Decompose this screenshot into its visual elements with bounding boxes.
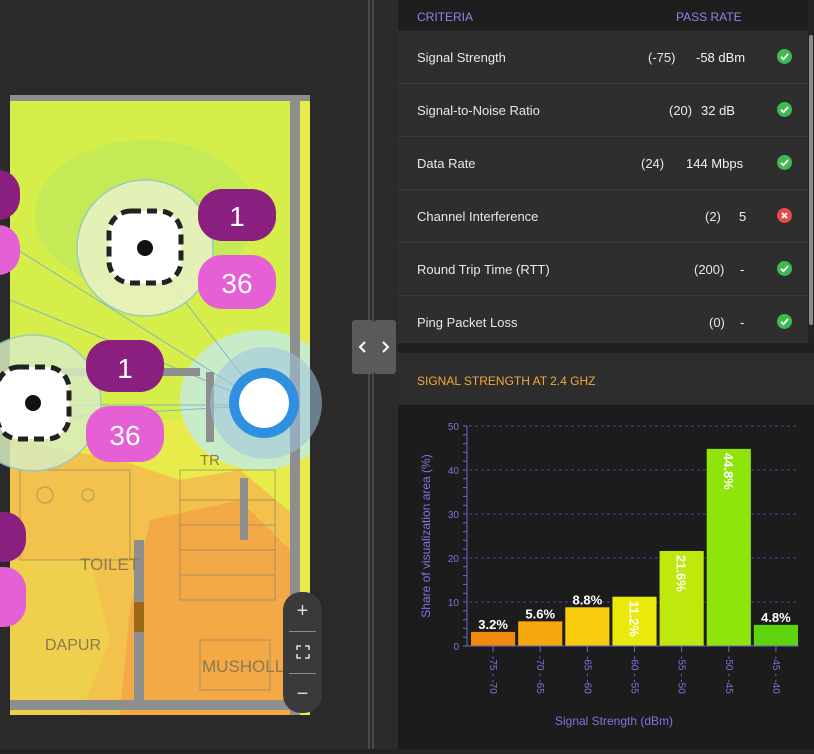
criteria-value: -58 dBm — [696, 50, 746, 65]
criteria-value: 32 dB — [701, 103, 735, 118]
current-position-marker[interactable] — [210, 347, 322, 459]
pass-check-icon — [777, 261, 792, 276]
bar-data-label: 44.8% — [721, 453, 736, 490]
splitter-line-right — [372, 0, 374, 749]
ap2-channel-badge: 1 — [86, 340, 164, 392]
x-tick-label: -60 - -55 — [629, 656, 640, 694]
bar-data-label: 11.2% — [627, 601, 642, 638]
criteria-threshold: (2) — [705, 209, 721, 224]
criteria-column-header: CRITERIA — [417, 10, 474, 24]
zoom-divider — [289, 631, 316, 632]
room-label-dapur: DAPUR — [45, 637, 101, 654]
criteria-name: Signal Strength — [417, 50, 506, 65]
bar-data-label: 4.8% — [761, 610, 791, 625]
room-label-toilet: TOILET — [80, 555, 139, 574]
y-tick-label: 0 — [453, 642, 459, 653]
criteria-name: Channel Interference — [417, 209, 539, 224]
room-label-musholl: MUSHOLL — [202, 657, 284, 676]
zoom-out-button[interactable]: − — [283, 675, 322, 713]
zoom-controls: + − — [283, 592, 322, 713]
room-label-tr: TR — [200, 452, 220, 469]
pane-splitter[interactable] — [348, 0, 398, 749]
criteria-threshold: (24) — [641, 156, 665, 171]
pass-check-icon — [777, 49, 792, 64]
collapse-right-button[interactable] — [374, 320, 396, 374]
chart-section-title: SIGNAL STRENGTH AT 2.4 GHZ — [417, 374, 596, 388]
ap2-band-channel-badge: 36 — [86, 406, 164, 462]
door — [134, 602, 144, 632]
pass-rate-column-header: PASS RATE — [676, 10, 742, 24]
chart-bar — [565, 607, 610, 646]
criteria-threshold: (200) — [694, 262, 725, 277]
chevron-right-icon — [382, 341, 390, 353]
ap1-band-channel-badge: 36 — [198, 255, 276, 309]
signal-strength-chart: 0 10 20 30 40 50 Share of visualization area (… — [398, 405, 814, 749]
criteria-value: - — [740, 262, 745, 277]
x-tick-label: -50 - -45 — [723, 656, 734, 694]
x-tick-label: -55 - -50 — [676, 656, 687, 694]
bar-data-label: 3.2% — [478, 617, 508, 632]
bar-data-label: 5.6% — [525, 606, 555, 621]
criteria-row-signal-strength[interactable]: Signal Strength (-75) -58 dBm — [398, 31, 808, 84]
y-tick-label: 40 — [448, 466, 460, 477]
criteria-value: - — [740, 315, 745, 330]
chevron-left-icon — [358, 341, 366, 353]
criteria-row-rtt[interactable]: Round Trip Time (RTT) (200) - — [398, 243, 808, 296]
chart-bar — [471, 631, 516, 646]
criteria-threshold: (0) — [709, 315, 725, 330]
pass-check-icon — [777, 102, 792, 117]
criteria-name: Signal-to-Noise Ratio — [417, 103, 540, 118]
x-tick-label: -65 - -60 — [581, 656, 592, 694]
x-tick-label: -75 - -70 — [487, 656, 498, 694]
x-axis-label: Signal Strength (dBm) — [555, 714, 673, 728]
pass-check-icon — [777, 155, 792, 170]
criteria-table-header: CRITERIA PASS RATE — [398, 0, 808, 30]
criteria-row-ping-packet-loss[interactable]: Ping Packet Loss (0) - — [398, 296, 808, 348]
collapse-left-button[interactable] — [352, 320, 374, 374]
chart-svg: 0 10 20 30 40 50 Share of visualization area (… — [419, 422, 799, 728]
criteria-row-snr[interactable]: Signal-to-Noise Ratio (20) 32 dB — [398, 84, 808, 137]
splitter-line-left — [368, 0, 370, 749]
x-tick-label: -70 - -65 — [534, 656, 545, 694]
fail-x-icon — [777, 208, 792, 223]
svg-text:36: 36 — [221, 268, 252, 299]
criteria-threshold: (-75) — [648, 50, 676, 65]
ap1-channel-badge: 1 — [198, 189, 276, 241]
y-tick-label: 50 — [448, 422, 460, 433]
criteria-threshold: (20) — [669, 103, 693, 118]
fit-icon — [295, 645, 310, 659]
svg-text:36: 36 — [109, 420, 140, 451]
x-tick-label: -45 - -40 — [770, 656, 781, 694]
chart-bar — [753, 624, 798, 646]
bar-data-label: 8.8% — [573, 592, 603, 607]
criteria-scrollbar[interactable] — [809, 35, 813, 325]
criteria-name: Ping Packet Loss — [417, 315, 518, 330]
criteria-name: Round Trip Time (RTT) — [417, 262, 550, 277]
criteria-row-data-rate[interactable]: Data Rate (24) 144 Mbps — [398, 137, 808, 190]
svg-text:1: 1 — [229, 201, 245, 232]
access-point-1[interactable] — [76, 179, 214, 317]
criteria-value: 5 — [739, 209, 747, 224]
criteria-name: Data Rate — [417, 156, 476, 171]
criteria-row-channel-interference[interactable]: Channel Interference (2) 5 — [398, 190, 808, 243]
heatmap-view[interactable]: TR TOILET DAPUR MUSHOLL 1 36 1 36 + − — [0, 0, 348, 749]
y-tick-label: 20 — [448, 554, 460, 565]
section-separator — [398, 343, 814, 353]
analysis-panel: CRITERIA PASS RATE Signal Strength (-75)… — [398, 0, 814, 749]
y-tick-label: 30 — [448, 510, 460, 521]
bar-data-label: 21.6% — [674, 555, 689, 592]
zoom-divider — [289, 673, 316, 674]
y-axis-label: Share of visualization area (%) — [419, 454, 433, 617]
criteria-value: 144 Mbps — [686, 156, 744, 171]
fit-to-screen-button[interactable] — [283, 633, 322, 671]
zoom-in-button[interactable]: + — [283, 592, 322, 630]
y-tick-label: 10 — [448, 598, 460, 609]
pass-check-icon — [777, 314, 792, 329]
chart-section-header: SIGNAL STRENGTH AT 2.4 GHZ — [398, 353, 814, 405]
chart-bar — [518, 621, 563, 646]
svg-text:1: 1 — [117, 353, 133, 384]
